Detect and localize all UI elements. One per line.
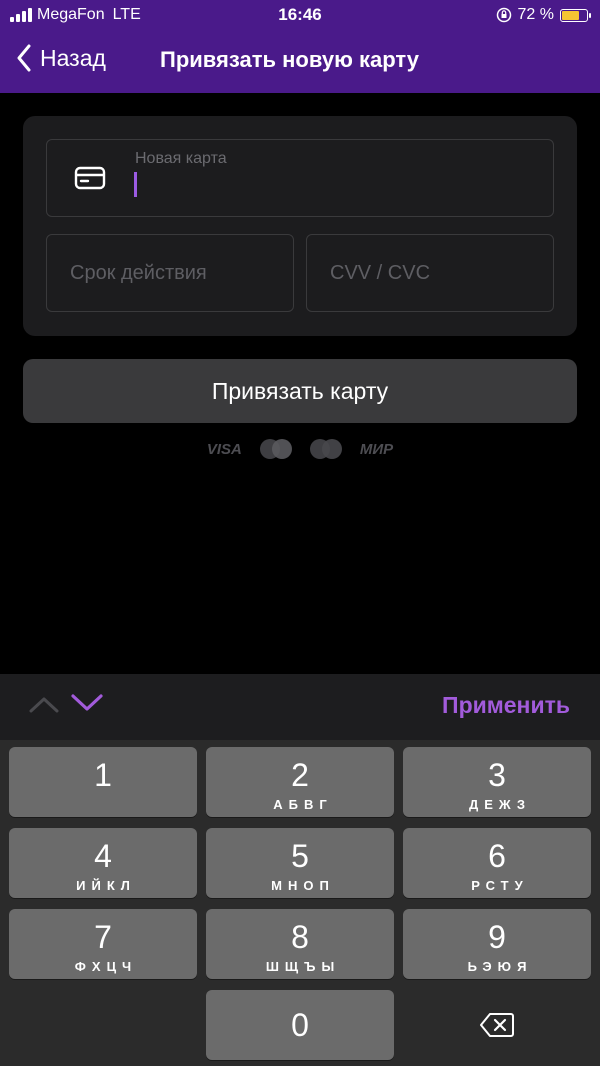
apply-button[interactable]: Применить — [442, 692, 570, 719]
status-bar: MegaFon LTE 16:46 72 % — [0, 0, 600, 32]
key-2[interactable]: 2 АБВГ — [206, 747, 394, 817]
key-3[interactable]: 3 ДЕЖЗ — [403, 747, 591, 817]
chevron-up-icon[interactable] — [28, 694, 60, 714]
card-number-label: Новая карта — [135, 150, 227, 167]
key-8[interactable]: 8 ШЩЪЫ — [206, 909, 394, 979]
chevron-down-icon[interactable] — [70, 692, 104, 714]
key-1[interactable]: 1 — [9, 747, 197, 817]
expiry-field[interactable]: Срок действия — [46, 234, 294, 312]
cvv-field[interactable]: CVV / CVC — [306, 234, 554, 312]
text-cursor — [134, 172, 137, 197]
payment-logos: VISA МИР — [0, 438, 600, 460]
page-title: Привязать новую карту — [160, 47, 419, 72]
key-9[interactable]: 9 ЬЭЮЯ — [403, 909, 591, 979]
key-5[interactable]: 5 МНОП — [206, 828, 394, 898]
back-label: Назад — [40, 44, 106, 71]
key-7[interactable]: 7 ФХЦЧ — [9, 909, 197, 979]
bind-card-button[interactable]: Привязать карту — [23, 359, 577, 423]
key-6[interactable]: 6 РСТУ — [403, 828, 591, 898]
chevron-left-icon — [17, 44, 31, 72]
numeric-keypad: 1 2 АБВГ 3 ДЕЖЗ 4 ИЙКЛ 5 МНОП 6 РСТУ 7 Ф… — [0, 740, 600, 1066]
card-form-panel: Новая карта Срок действия CVV / CVC — [23, 116, 577, 336]
orientation-lock-icon — [496, 7, 511, 23]
visa-logo: VISA — [206, 440, 242, 458]
cvv-placeholder: CVV / CVC — [330, 262, 431, 284]
battery-icon — [560, 8, 591, 22]
card-number-field[interactable]: Новая карта — [46, 139, 554, 217]
header: MegaFon LTE 16:46 72 % Назад Привязать н… — [0, 0, 600, 93]
keyboard-toolbar: Применить — [0, 674, 600, 740]
battery-percent: 72 % — [517, 6, 554, 23]
maestro-logo — [309, 439, 342, 459]
nav-bar: Назад Привязать новую карту — [0, 44, 600, 80]
key-0[interactable]: 0 — [206, 990, 394, 1060]
backspace-icon — [480, 1013, 514, 1037]
expiry-placeholder: Срок действия — [70, 262, 207, 284]
credit-card-icon — [74, 166, 106, 190]
back-button[interactable]: Назад — [16, 44, 106, 72]
key-4[interactable]: 4 ИЙКЛ — [9, 828, 197, 898]
mastercard-logo — [259, 439, 292, 459]
delete-key[interactable] — [403, 990, 591, 1060]
mir-logo: МИР — [359, 440, 394, 458]
